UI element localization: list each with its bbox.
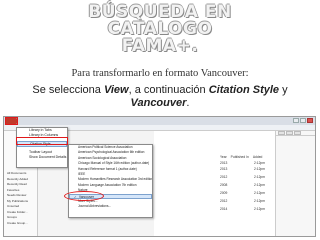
instr-view: View: [103, 84, 129, 96]
slide-subtitle: Para transformarlo en formato Vancouver:: [71, 68, 249, 79]
row-added: 2:12pm: [254, 183, 265, 187]
maximize-button[interactable]: [300, 118, 306, 123]
citation-style-submenu: American Political Science Association A…: [68, 144, 153, 218]
menu-item-document-details[interactable]: Show Document Details Alt+Return: [17, 155, 88, 160]
highlight-citation-style: [16, 137, 68, 145]
table-row[interactable]: 2008 2:12pm: [218, 183, 270, 188]
details-tab[interactable]: [286, 131, 293, 135]
window-titlebar: [4, 117, 315, 125]
instr-middle: , a continuación: [128, 84, 209, 96]
slide-instructions: Se selecciona View, a continuación Citat…: [6, 84, 314, 110]
table-row[interactable]: 2012 2:12pm: [218, 199, 270, 204]
details-tabs: [276, 131, 315, 136]
instr-and: y: [279, 84, 288, 96]
table-row[interactable]: 2013 2:12pm: [218, 167, 270, 172]
highlight-vancouver: [64, 191, 104, 201]
table-row[interactable]: 2009 2:12pm: [218, 191, 270, 196]
row-added: 2:12pm: [254, 199, 265, 203]
row-year: 2008: [220, 183, 228, 187]
row-year: 2014: [220, 207, 228, 211]
row-year: 2013: [220, 167, 228, 171]
journal-abbreviations-option[interactable]: Journal Abbreviations...: [69, 204, 152, 209]
close-button[interactable]: [307, 118, 313, 123]
slide-title-line2: FAMA+.: [121, 36, 199, 56]
details-panel: [275, 131, 315, 236]
row-year: 2012: [220, 199, 228, 203]
row-added: 2:12pm: [254, 167, 265, 171]
slide-title-line1: BÚSQUEDA EN CATALOGO: [88, 2, 232, 39]
instr-citation-style: Citation Style: [208, 84, 280, 96]
row-added: 2:12pm: [254, 175, 265, 179]
row-year: 2009: [220, 191, 228, 195]
table-row[interactable]: 2012 2:12pm: [218, 175, 270, 180]
highlight-view-menu: [5, 117, 18, 125]
table-row[interactable]: 2013 2:12pm: [218, 161, 270, 166]
table-row[interactable]: 2014 2:12pm: [218, 207, 270, 212]
row-added: 2:12pm: [254, 207, 265, 211]
row-year: 2012: [220, 175, 228, 179]
details-label: Show Document Details: [29, 155, 67, 159]
details-tab[interactable]: [278, 131, 285, 135]
mendeley-screenshot: All Documents Recently Added Recently Re…: [3, 116, 316, 237]
details-tab[interactable]: [294, 131, 301, 135]
instr-suffix: .: [186, 97, 190, 109]
style-option[interactable]: American Psychological Association 6th e…: [69, 150, 152, 155]
column-added[interactable]: Added: [251, 155, 265, 160]
instr-vancouver: Vancouver: [130, 97, 187, 109]
minimize-button[interactable]: [293, 118, 299, 123]
style-option[interactable]: Modern Humanities Research Association 3…: [69, 177, 152, 182]
style-option[interactable]: Chicago Manual of Style 16th edition (au…: [69, 161, 152, 166]
slide-title: BÚSQUEDA EN CATALOGO FAMA+.: [40, 4, 280, 55]
row-year: 2013: [220, 161, 228, 165]
window-controls: [293, 118, 313, 123]
sidebar-item[interactable]: Create Group...: [4, 221, 37, 227]
instr-prefix: Se selecciona: [32, 84, 104, 96]
view-menu: Library in Tabs Library in Columns Citat…: [16, 127, 88, 168]
column-year[interactable]: Year: [218, 155, 229, 160]
column-published-in[interactable]: Published In: [229, 155, 251, 160]
row-added: 2:12pm: [254, 191, 265, 195]
row-added: 2:12pm: [254, 161, 265, 165]
list-header: Year Published In Added: [218, 155, 264, 160]
